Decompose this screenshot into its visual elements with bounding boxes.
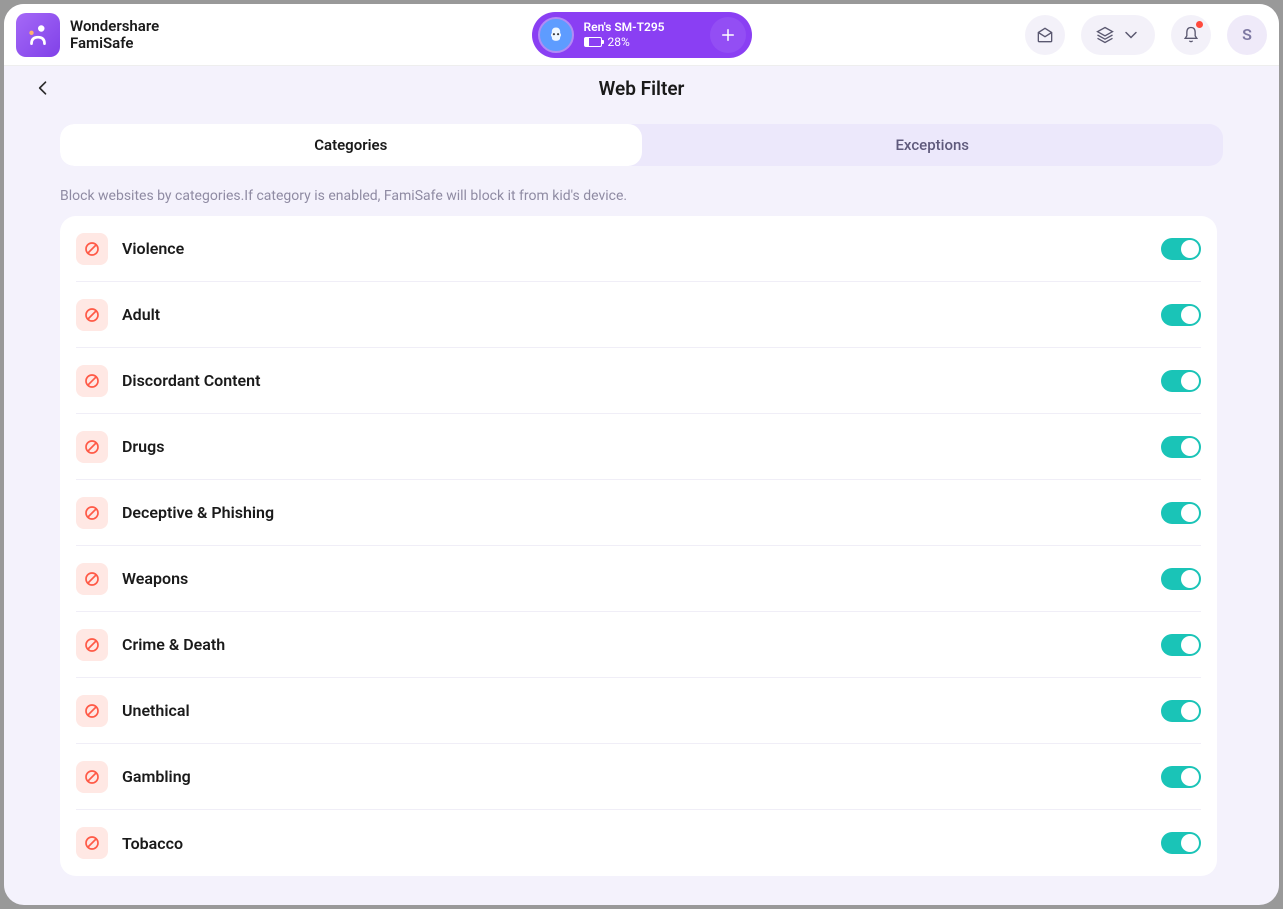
device-info: Ren's SM-T295 28% <box>584 20 665 50</box>
category-row: Drugs <box>76 414 1201 480</box>
category-toggle[interactable] <box>1161 304 1201 326</box>
category-label: Unethical <box>122 701 190 720</box>
category-label: Weapons <box>122 569 188 588</box>
category-label: Discordant Content <box>122 371 260 390</box>
categories-scroll[interactable]: Violence Adult Discordant Content Drugs Dece… <box>60 216 1223 905</box>
categories-list: Violence Adult Discordant Content Drugs Dece… <box>60 216 1217 876</box>
category-label: Crime & Death <box>122 635 225 654</box>
brand-line1: Wondershare <box>70 18 159 35</box>
category-toggle[interactable] <box>1161 238 1201 260</box>
category-label: Drugs <box>122 437 164 456</box>
tab-categories[interactable]: Categories <box>60 124 642 166</box>
page-titlebar: Web Filter <box>4 66 1279 110</box>
category-toggle[interactable] <box>1161 436 1201 458</box>
category-toggle[interactable] <box>1161 568 1201 590</box>
category-toggle[interactable] <box>1161 370 1201 392</box>
category-toggle[interactable] <box>1161 766 1201 788</box>
inbox-button[interactable] <box>1025 15 1065 55</box>
notification-dot-icon <box>1196 21 1203 28</box>
device-avatar-icon <box>538 17 574 53</box>
block-icon <box>76 827 108 859</box>
category-toggle[interactable] <box>1161 832 1201 854</box>
category-label: Adult <box>122 305 160 324</box>
category-label: Gambling <box>122 767 191 786</box>
brand-text: Wondershare FamiSafe <box>70 18 159 51</box>
device-battery: 28% <box>584 35 665 49</box>
avatar-initial: S <box>1242 25 1252 44</box>
user-avatar-button[interactable]: S <box>1227 15 1267 55</box>
layers-icon <box>1095 25 1115 45</box>
chevron-down-icon <box>1121 25 1141 45</box>
brand-logo-icon <box>16 13 60 57</box>
categories-description: Block websites by categories.If category… <box>60 188 1223 204</box>
category-row: Violence <box>76 216 1201 282</box>
content: Categories Exceptions Block websites by … <box>4 110 1279 905</box>
category-label: Deceptive & Phishing <box>122 503 274 522</box>
app-frame: Wondershare FamiSafe Ren's SM-T295 28% <box>4 4 1279 905</box>
block-icon <box>76 431 108 463</box>
category-toggle[interactable] <box>1161 634 1201 656</box>
block-icon <box>76 563 108 595</box>
block-icon <box>76 365 108 397</box>
category-row: Deceptive & Phishing <box>76 480 1201 546</box>
brand: Wondershare FamiSafe <box>16 13 159 57</box>
category-toggle[interactable] <box>1161 700 1201 722</box>
category-row: Discordant Content <box>76 348 1201 414</box>
back-button[interactable] <box>28 73 58 103</box>
app-header: Wondershare FamiSafe Ren's SM-T295 28% <box>4 4 1279 66</box>
battery-icon <box>584 37 602 47</box>
block-icon <box>76 299 108 331</box>
block-icon <box>76 695 108 727</box>
tab-exceptions[interactable]: Exceptions <box>642 124 1224 166</box>
category-label: Violence <box>122 239 184 258</box>
notifications-button[interactable] <box>1171 15 1211 55</box>
battery-pct-label: 28% <box>608 35 630 49</box>
chevron-left-icon <box>33 78 53 98</box>
block-icon <box>76 233 108 265</box>
category-row: Crime & Death <box>76 612 1201 678</box>
category-row: Gambling <box>76 744 1201 810</box>
block-icon <box>76 629 108 661</box>
bell-icon <box>1181 25 1201 45</box>
device-selector[interactable]: Ren's SM-T295 28% <box>532 12 752 58</box>
category-label: Tobacco <box>122 834 183 853</box>
category-toggle[interactable] <box>1161 502 1201 524</box>
tabs: Categories Exceptions <box>60 124 1223 166</box>
page-title: Web Filter <box>599 77 685 100</box>
category-row: Weapons <box>76 546 1201 612</box>
tab-exceptions-label: Exceptions <box>895 136 969 154</box>
block-icon <box>76 761 108 793</box>
header-actions: S <box>1025 15 1267 55</box>
category-row: Adult <box>76 282 1201 348</box>
layers-menu-button[interactable] <box>1081 15 1155 55</box>
brand-line2: FamiSafe <box>70 35 159 52</box>
tab-categories-label: Categories <box>314 136 387 154</box>
add-device-button[interactable] <box>710 17 746 53</box>
category-row: Tobacco <box>76 810 1201 876</box>
block-icon <box>76 497 108 529</box>
device-name-label: Ren's SM-T295 <box>584 20 665 34</box>
category-row: Unethical <box>76 678 1201 744</box>
